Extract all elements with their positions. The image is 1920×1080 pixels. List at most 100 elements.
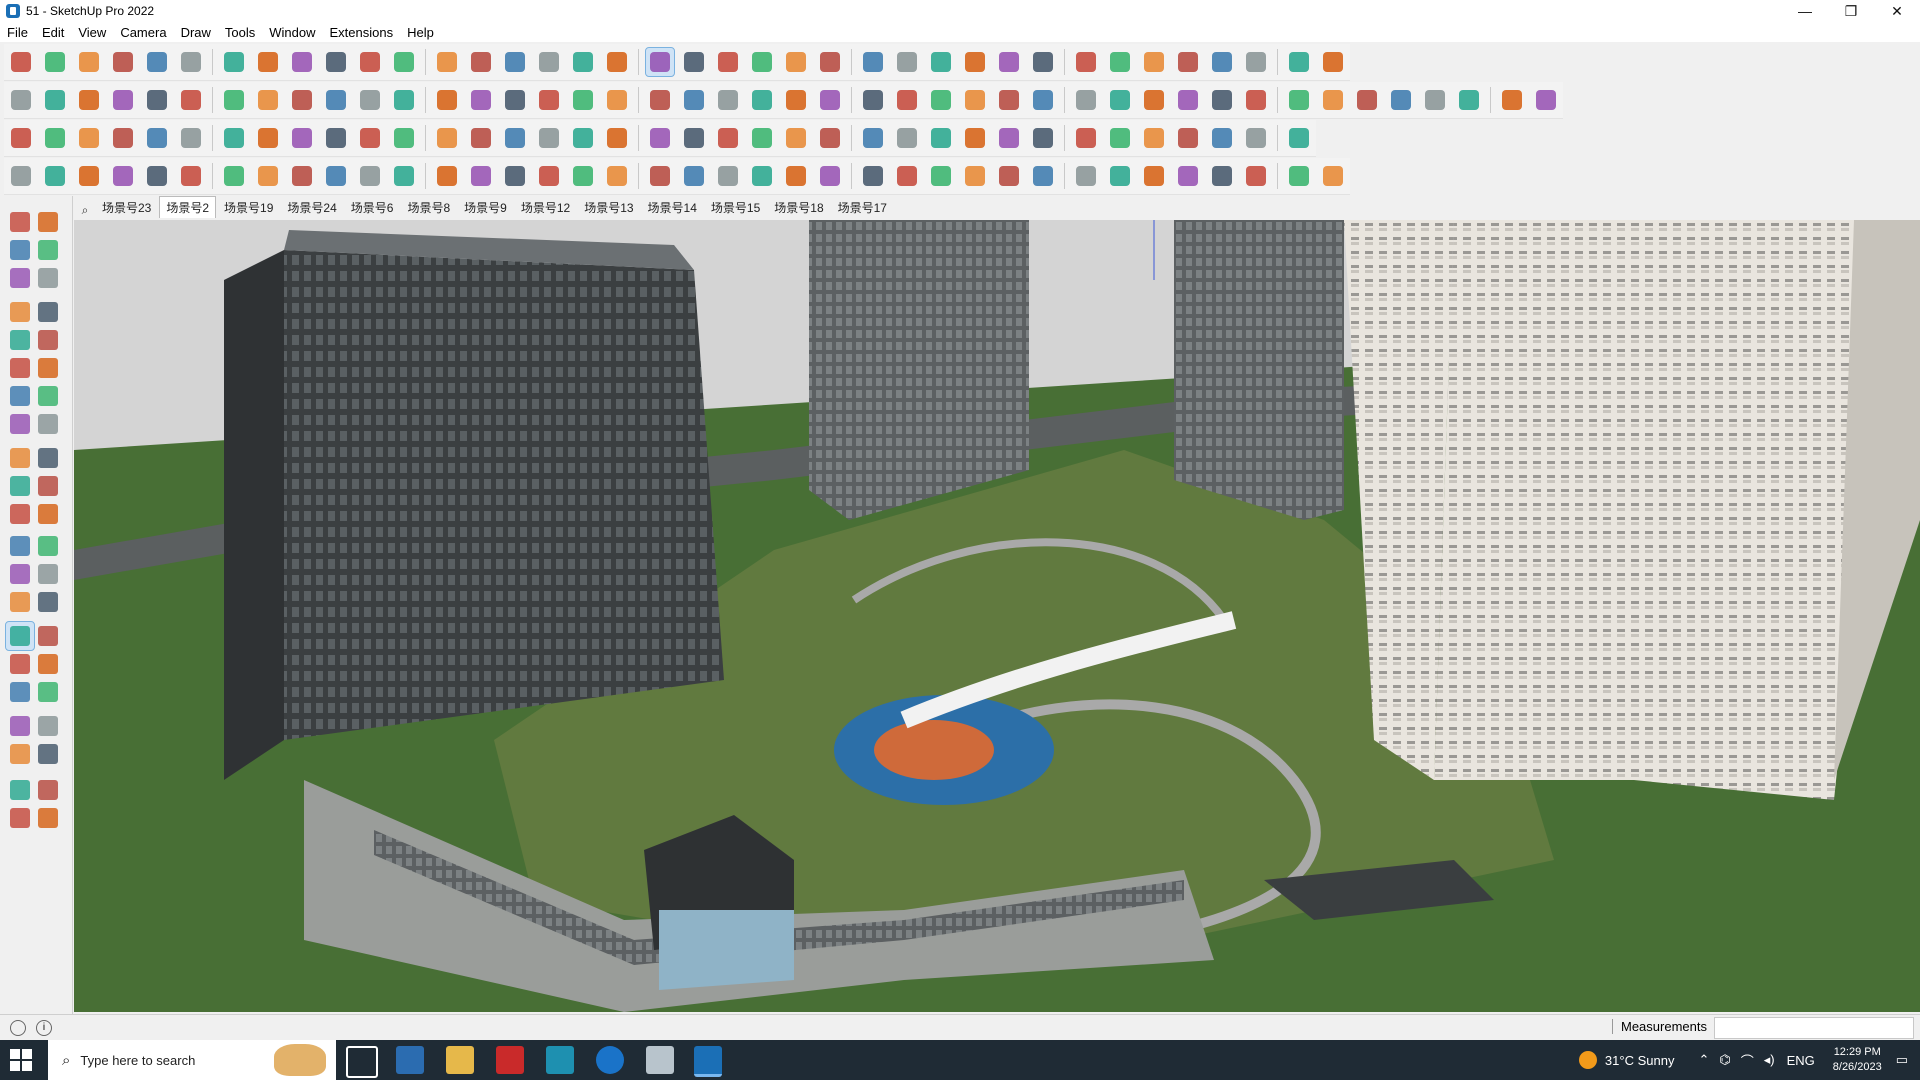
task-view-icon[interactable]: [346, 1046, 378, 1078]
toolbar-tool-icon[interactable]: [893, 48, 921, 76]
toolbar-tool-icon[interactable]: [1029, 48, 1057, 76]
toolbar-tool-icon[interactable]: [1140, 86, 1168, 114]
menu-window[interactable]: Window: [262, 25, 322, 40]
palette-tool-icon[interactable]: [6, 354, 34, 382]
toolbar-tool-icon[interactable]: [1140, 124, 1168, 152]
toolbar-tool-icon[interactable]: [7, 48, 35, 76]
toolbar-tool-icon[interactable]: [1174, 124, 1202, 152]
toolbar-tool-icon[interactable]: [143, 48, 171, 76]
toolbar-tool-icon[interactable]: [220, 124, 248, 152]
toolbar-tool-icon[interactable]: [1106, 86, 1134, 114]
toolbar-tool-icon[interactable]: [390, 124, 418, 152]
geo-location-icon[interactable]: [10, 1020, 26, 1036]
toolbar-tool-icon[interactable]: [390, 48, 418, 76]
toolbar-tool-icon[interactable]: [995, 162, 1023, 190]
toolbar-tool-icon[interactable]: [7, 124, 35, 152]
scene-tab[interactable]: 场景号15: [705, 197, 766, 218]
toolbar-tool-icon[interactable]: [680, 162, 708, 190]
toolbar-tool-icon[interactable]: [748, 124, 776, 152]
toolbar-tool-icon[interactable]: [322, 162, 350, 190]
toolbar-tool-icon[interactable]: [680, 124, 708, 152]
toolbar-tool-icon[interactable]: [1072, 124, 1100, 152]
toolbar-tool-icon[interactable]: [646, 162, 674, 190]
volume-icon[interactable]: ◂): [1764, 1052, 1775, 1068]
toolbar-tool-icon[interactable]: [177, 48, 205, 76]
toolbar-tool-icon[interactable]: [254, 86, 282, 114]
toolbar-tool-icon[interactable]: [1140, 162, 1168, 190]
toolbar-tool-icon[interactable]: [893, 86, 921, 114]
toolbar-tool-icon[interactable]: [356, 48, 384, 76]
palette-tool-icon[interactable]: [6, 678, 34, 706]
toolbar-tool-icon[interactable]: [7, 162, 35, 190]
toolbar-tool-icon[interactable]: [220, 48, 248, 76]
toolbar-tool-icon[interactable]: [1072, 162, 1100, 190]
toolbar-tool-icon[interactable]: [1242, 162, 1270, 190]
toolbar-tool-icon[interactable]: [356, 124, 384, 152]
measurements-input[interactable]: [1714, 1017, 1914, 1039]
toolbar-tool-icon[interactable]: [220, 86, 248, 114]
toolbar-tool-icon[interactable]: [75, 48, 103, 76]
calculator-icon[interactable]: [396, 1046, 424, 1074]
toolbar-tool-icon[interactable]: [569, 124, 597, 152]
toolbar-tool-icon[interactable]: [1387, 86, 1415, 114]
toolbar-tool-icon[interactable]: [1140, 48, 1168, 76]
toolbar-tool-icon[interactable]: [995, 124, 1023, 152]
toolbar-tool-icon[interactable]: [893, 124, 921, 152]
toolbar-tool-icon[interactable]: [961, 86, 989, 114]
sketchup-3-icon[interactable]: [546, 1046, 574, 1074]
toolbar-tool-icon[interactable]: [1242, 48, 1270, 76]
toolbar-tool-icon[interactable]: [1421, 86, 1449, 114]
toolbar-tool-icon[interactable]: [961, 162, 989, 190]
toolbar-tool-icon[interactable]: [535, 162, 563, 190]
close-button[interactable]: ✕: [1874, 0, 1920, 22]
toolbar-tool-icon[interactable]: [433, 86, 461, 114]
palette-tool-icon[interactable]: [34, 712, 62, 740]
info-icon[interactable]: i: [36, 1020, 52, 1036]
restore-button[interactable]: ❐: [1828, 0, 1874, 22]
toolbar-tool-icon[interactable]: [961, 48, 989, 76]
notifications-icon[interactable]: ▭: [1896, 1052, 1908, 1068]
toolbar-tool-icon[interactable]: [816, 48, 844, 76]
palette-tool-icon[interactable]: [6, 650, 34, 678]
menu-camera[interactable]: Camera: [113, 25, 173, 40]
model-viewport[interactable]: [74, 220, 1920, 1012]
toolbar-tool-icon[interactable]: [569, 86, 597, 114]
toolbar-tool-icon[interactable]: [501, 86, 529, 114]
toolbar-tool-icon[interactable]: [1319, 48, 1347, 76]
toolbar-tool-icon[interactable]: [859, 86, 887, 114]
toolbar-tool-icon[interactable]: [1498, 86, 1526, 114]
toolbar-tool-icon[interactable]: [782, 124, 810, 152]
toolbar-tool-icon[interactable]: [859, 124, 887, 152]
toolbar-tool-icon[interactable]: [816, 162, 844, 190]
palette-tool-icon[interactable]: [6, 776, 34, 804]
palette-tool-icon[interactable]: [6, 712, 34, 740]
file-explorer-icon[interactable]: [446, 1046, 474, 1074]
toolbar-tool-icon[interactable]: [501, 124, 529, 152]
toolbar-tool-icon[interactable]: [1106, 124, 1134, 152]
toolbar-tool-icon[interactable]: [1208, 124, 1236, 152]
toolbar-tool-icon[interactable]: [1285, 48, 1313, 76]
toolbar-tool-icon[interactable]: [1455, 86, 1483, 114]
toolbar-tool-icon[interactable]: [1029, 86, 1057, 114]
palette-tool-icon[interactable]: [34, 678, 62, 706]
palette-tool-icon[interactable]: [34, 382, 62, 410]
toolbar-tool-icon[interactable]: [467, 86, 495, 114]
toolbar-tool-icon[interactable]: [390, 162, 418, 190]
palette-tool-icon[interactable]: [6, 532, 34, 560]
toolbar-tool-icon[interactable]: [1319, 86, 1347, 114]
network-icon[interactable]: ⌬: [1719, 1052, 1730, 1068]
palette-tool-icon[interactable]: [6, 298, 34, 326]
toolbar-tool-icon[interactable]: [41, 86, 69, 114]
edge-icon[interactable]: [596, 1046, 624, 1074]
toolbar-tool-icon[interactable]: [41, 48, 69, 76]
palette-tool-icon[interactable]: [6, 326, 34, 354]
toolbar-tool-icon[interactable]: [1532, 86, 1560, 114]
scene-tab[interactable]: 场景号8: [401, 197, 456, 218]
toolbar-tool-icon[interactable]: [646, 86, 674, 114]
toolbar-tool-icon[interactable]: [1072, 86, 1100, 114]
palette-tool-icon[interactable]: [34, 326, 62, 354]
toolbar-tool-icon[interactable]: [714, 86, 742, 114]
toolbar-tool-icon[interactable]: [782, 162, 810, 190]
toolbar-tool-icon[interactable]: [680, 48, 708, 76]
chevron-up-icon[interactable]: ⌃: [1698, 1052, 1709, 1068]
